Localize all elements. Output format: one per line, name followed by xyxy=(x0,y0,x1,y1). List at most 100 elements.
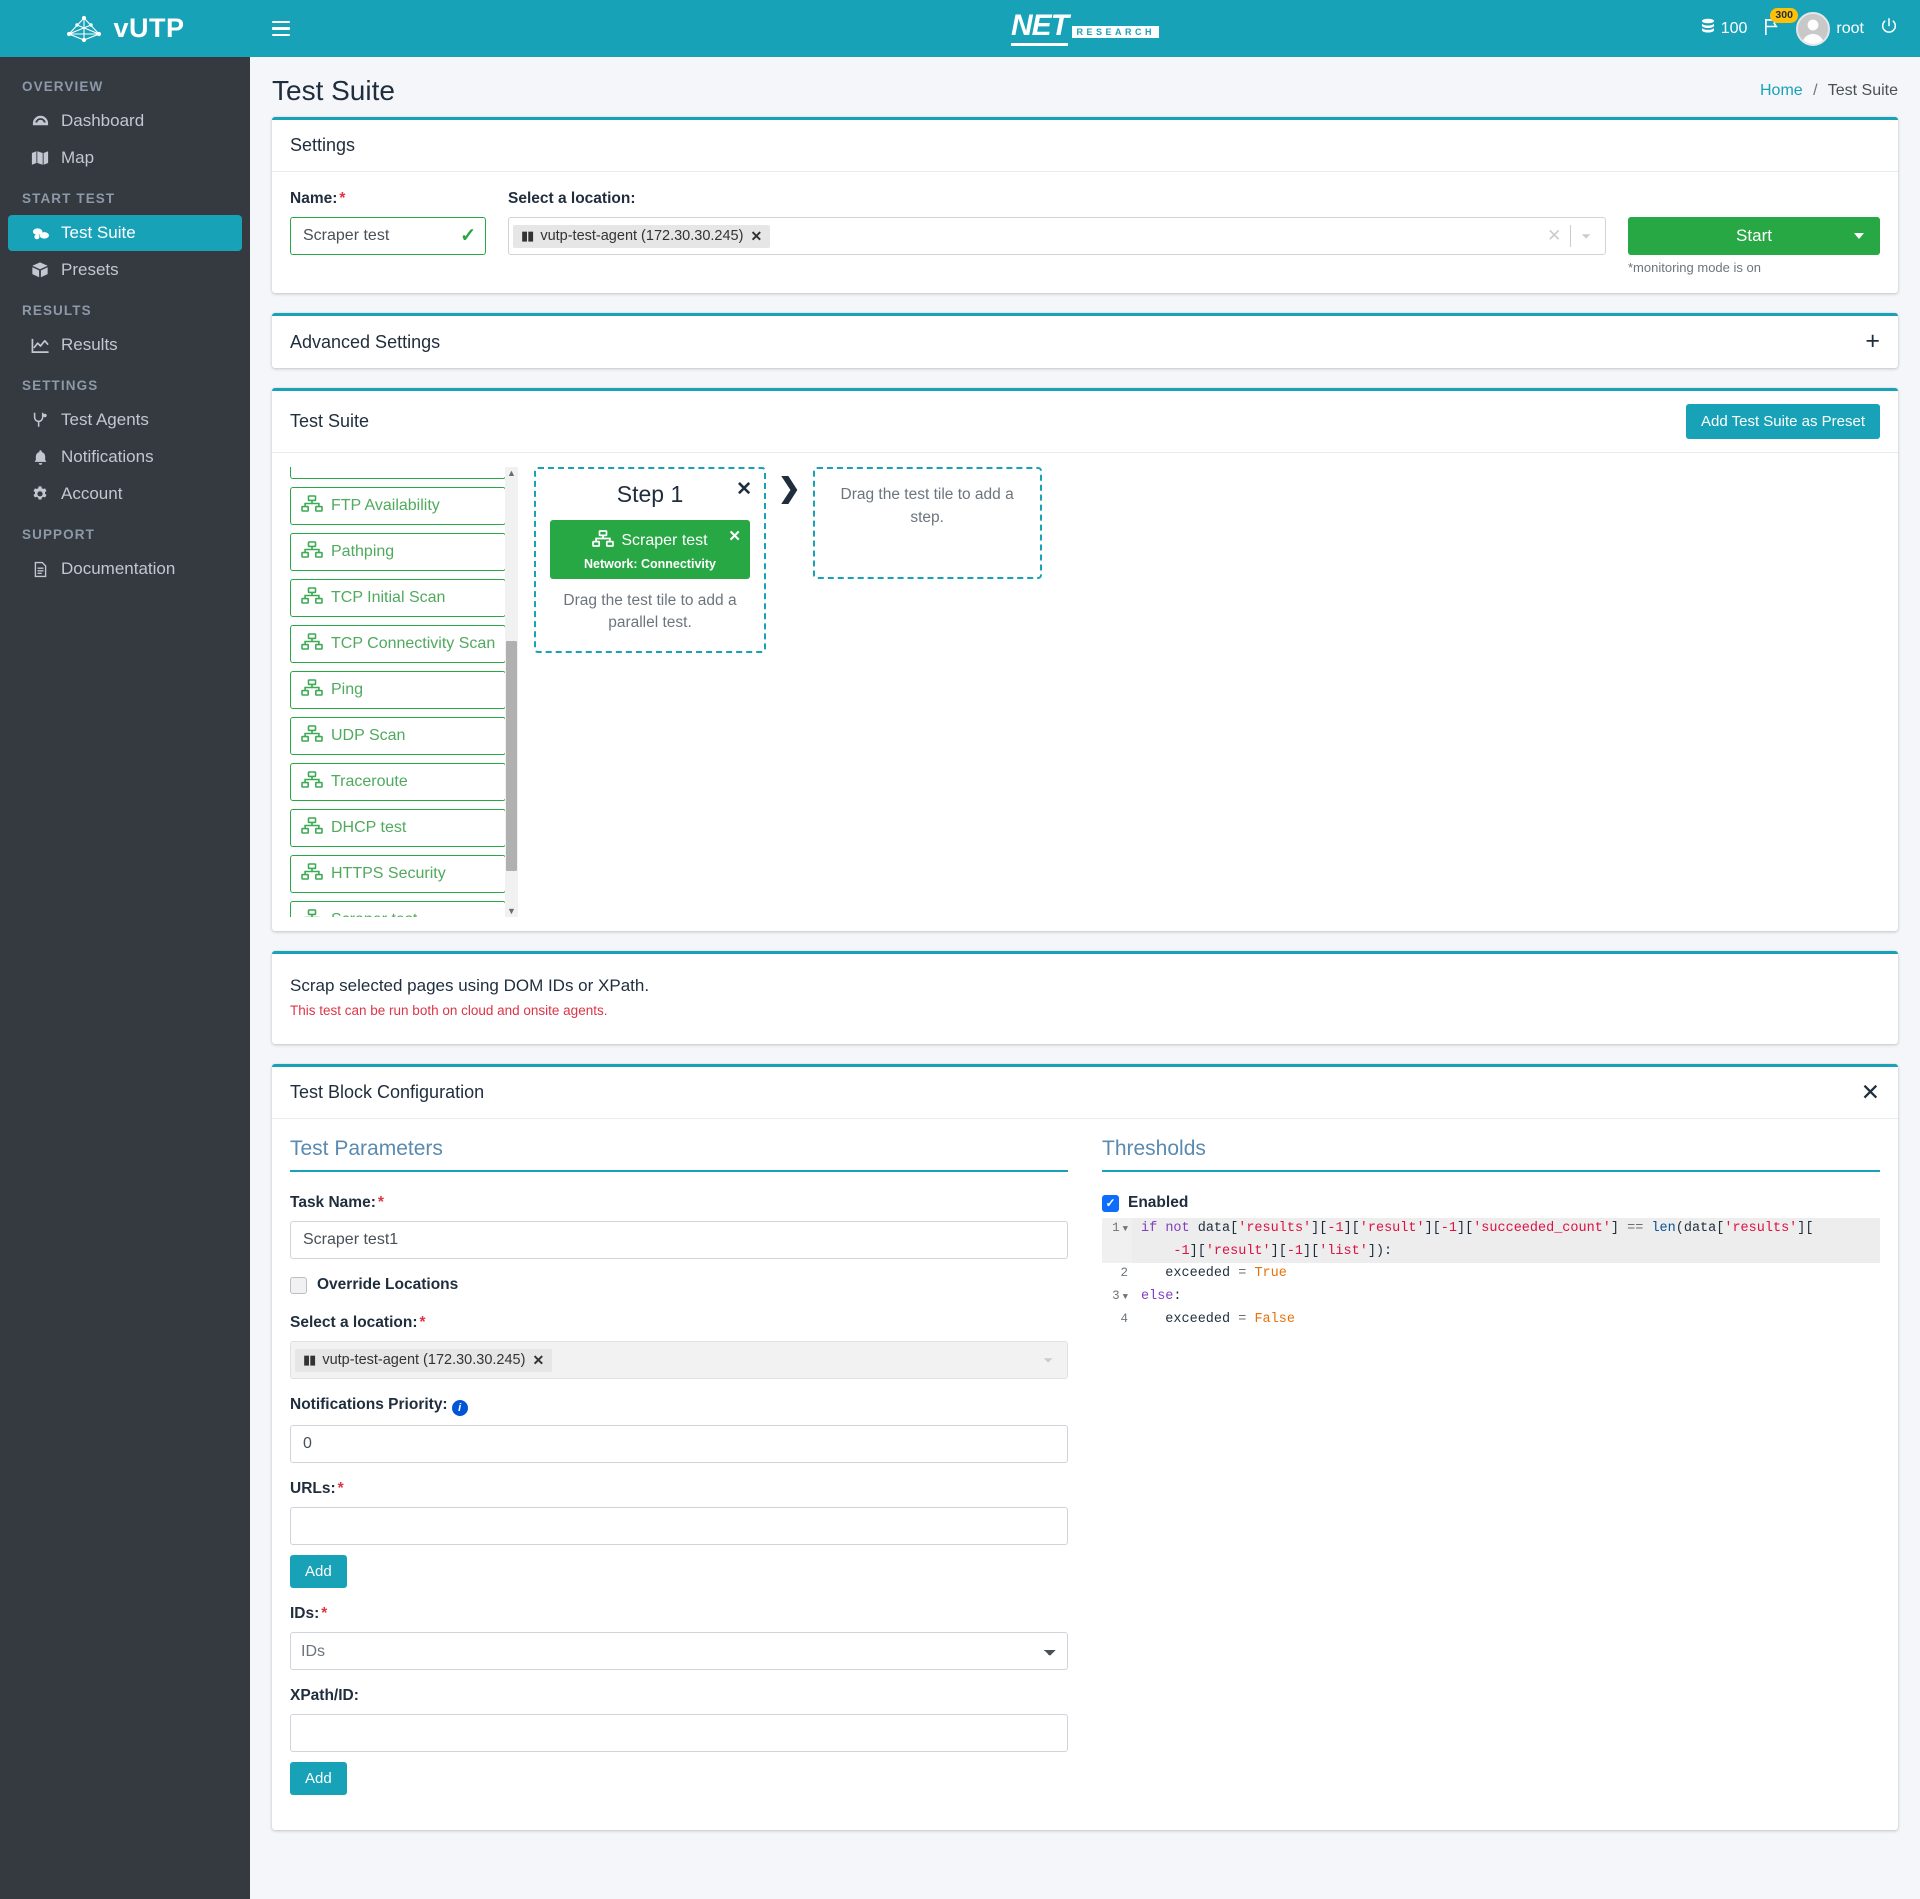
flag-notifications[interactable]: 300 xyxy=(1763,7,1798,41)
remove-step-icon[interactable]: ✕ xyxy=(736,480,752,499)
test-tile-partial[interactable] xyxy=(290,467,506,479)
test-tile-tcp-connectivity-scan[interactable]: TCP Connectivity Scan xyxy=(290,625,506,663)
info-icon[interactable]: i xyxy=(451,1400,468,1416)
override-locations-checkbox[interactable] xyxy=(290,1276,307,1294)
test-tile-label: HTTPS Security xyxy=(331,865,446,882)
sidebar-item-presets[interactable]: Presets xyxy=(8,252,242,288)
nav-section-start-test: START TEST xyxy=(22,191,116,206)
brand-logo-area[interactable]: vUTP xyxy=(0,0,250,57)
database-icon xyxy=(1701,18,1715,40)
required-marker: * xyxy=(321,1605,328,1622)
test-parameters-column: Test Parameters Task Name:* Override Loc… xyxy=(290,1137,1068,1812)
advanced-settings-header[interactable]: Advanced Settings + xyxy=(272,316,1898,368)
test-tile-pathping[interactable]: Pathping xyxy=(290,533,506,571)
scroll-up-icon[interactable]: ▲ xyxy=(507,467,516,479)
override-locations-row[interactable]: Override Locations xyxy=(290,1276,1068,1294)
remove-location-icon[interactable]: ✕ xyxy=(532,1352,544,1369)
xpath-add-button[interactable]: Add xyxy=(290,1762,347,1795)
scrollbar-track[interactable] xyxy=(505,479,518,905)
map-icon xyxy=(30,148,50,168)
sidebar-item-test-agents[interactable]: Test Agents xyxy=(8,402,242,438)
sidebar-item-test-suite[interactable]: Test Suite xyxy=(8,215,242,251)
task-name-input[interactable] xyxy=(290,1221,1068,1259)
step-test-tile[interactable]: Scraper test Network: Connectivity ✕ xyxy=(550,520,750,579)
hamburger-icon[interactable] xyxy=(272,20,294,37)
test-tile-ping[interactable]: Ping xyxy=(290,671,506,709)
sidebar-nav: OVERVIEW Dashboard Map START TEST Test S… xyxy=(0,57,250,588)
close-icon[interactable]: ✕ xyxy=(1861,1081,1880,1104)
sidebar-item-notifications[interactable]: Notifications xyxy=(8,439,242,475)
urls-add-button[interactable]: Add xyxy=(290,1555,347,1588)
bell-icon xyxy=(30,447,50,467)
sitemap-icon xyxy=(301,495,323,517)
credits-indicator[interactable]: 100 xyxy=(1701,18,1747,40)
config-location-label-text: Select a location: xyxy=(290,1314,418,1331)
sidebar-item-results[interactable]: Results xyxy=(8,327,242,363)
location-multiselect[interactable]: ▮▮ vutp-test-agent (172.30.30.245) ✕ ✕ ⏷ xyxy=(508,217,1606,255)
sidebar-item-documentation[interactable]: Documentation xyxy=(8,551,242,587)
test-tile-tcp-initial-scan[interactable]: TCP Initial Scan xyxy=(290,579,506,617)
clear-all-icon[interactable]: ✕ xyxy=(1538,226,1570,246)
scrollbar-thumb[interactable] xyxy=(506,640,517,871)
add-test-suite-as-preset-button[interactable]: Add Test Suite as Preset xyxy=(1686,404,1880,439)
thresholds-enabled-checkbox[interactable]: ✓ xyxy=(1102,1194,1119,1212)
dashboard-icon xyxy=(30,111,50,131)
fold-icon[interactable]: ▼ xyxy=(1120,1224,1128,1234)
box-icon xyxy=(30,260,50,280)
sidebar-item-account[interactable]: Account xyxy=(8,476,242,512)
valid-check-icon: ✓ xyxy=(460,225,476,247)
main-area: NET RESEARCH 100 300 root Test Suite Hom… xyxy=(250,0,1920,1899)
chevron-down-icon[interactable]: ⏷ xyxy=(1033,1353,1063,1368)
breadcrumb-home[interactable]: Home xyxy=(1760,82,1803,99)
scroll-down-icon[interactable]: ▼ xyxy=(507,905,516,917)
logout-button[interactable] xyxy=(1880,17,1898,40)
step-1-box[interactable]: Step 1 ✕ Scraper test Network: Connectiv… xyxy=(534,467,766,653)
thresholds-code-editor[interactable]: 1 ▼ if not data['results'][-1]['result'][… xyxy=(1102,1218,1880,1331)
thresholds-enabled-label: Enabled xyxy=(1128,1194,1189,1211)
name-label-text: Name: xyxy=(290,190,338,207)
test-tile-label: DHCP test xyxy=(331,819,407,836)
task-name-label-text: Task Name: xyxy=(290,1194,376,1211)
settings-card: Settings Name:* ✓ Select a location: xyxy=(272,117,1898,293)
required-marker: * xyxy=(339,190,346,207)
test-tile-ftp-availability[interactable]: FTP Availability xyxy=(290,487,506,525)
sidebar-item-dashboard[interactable]: Dashboard xyxy=(8,103,242,139)
config-location-multiselect[interactable]: ▮▮ vutp-test-agent (172.30.30.245) ✕ ⏷ xyxy=(290,1341,1068,1379)
tile-list-scrollbar[interactable]: ▲ ▼ xyxy=(505,467,518,917)
urls-label-text: URLs: xyxy=(290,1480,336,1497)
ids-select[interactable]: IDs xyxy=(290,1632,1068,1670)
advanced-settings-title: Advanced Settings xyxy=(290,331,441,352)
user-menu[interactable]: root xyxy=(1796,11,1864,46)
test-tile-dhcp-test[interactable]: DHCP test xyxy=(290,809,506,847)
plus-icon[interactable]: + xyxy=(1865,329,1880,353)
test-tile-https-security[interactable]: HTTPS Security xyxy=(290,855,506,893)
urls-input[interactable] xyxy=(290,1507,1068,1545)
xpath-label: XPath/ID: xyxy=(290,1687,359,1704)
test-suite-card: Test Suite Add Test Suite as Preset FTP … xyxy=(272,388,1898,931)
remove-location-icon[interactable]: ✕ xyxy=(750,228,762,245)
test-tile-traceroute[interactable]: Traceroute xyxy=(290,763,506,801)
xpath-input[interactable] xyxy=(290,1714,1068,1752)
code-line: -1]['result'][-1]['list']): xyxy=(1102,1240,1880,1264)
chevron-down-icon[interactable] xyxy=(1854,233,1864,239)
fold-icon[interactable]: ▼ xyxy=(1120,1292,1128,1302)
remove-test-icon[interactable]: ✕ xyxy=(728,527,741,545)
notifications-priority-input[interactable] xyxy=(290,1425,1068,1463)
sidebar-item-map[interactable]: Map xyxy=(8,140,242,176)
required-marker: * xyxy=(419,1314,426,1331)
name-input[interactable] xyxy=(290,217,486,255)
line-number: 4 xyxy=(1120,1311,1128,1326)
advanced-settings-card[interactable]: Advanced Settings + xyxy=(272,313,1898,368)
test-tile-label: TCP Initial Scan xyxy=(331,589,446,606)
start-button[interactable]: Start xyxy=(1628,217,1880,255)
test-tile-scraper-test[interactable]: Scraper test xyxy=(290,901,506,917)
topbar-right-group: 100 300 root xyxy=(1701,7,1898,46)
code-text: -1]['result'][-1]['list']): xyxy=(1132,1240,1880,1264)
config-location-tag: ▮▮ vutp-test-agent (172.30.30.245) ✕ xyxy=(295,1348,553,1372)
add-step-dropzone[interactable]: Drag the test tile to add a step. xyxy=(812,467,1042,579)
code-gutter: 3 ▼ xyxy=(1102,1286,1132,1309)
chevron-down-icon[interactable]: ⏷ xyxy=(1571,229,1601,244)
agents-icon xyxy=(30,410,50,430)
test-tile-udp-scan[interactable]: UDP Scan xyxy=(290,717,506,755)
thresholds-enabled-row[interactable]: ✓ Enabled xyxy=(1102,1194,1880,1212)
